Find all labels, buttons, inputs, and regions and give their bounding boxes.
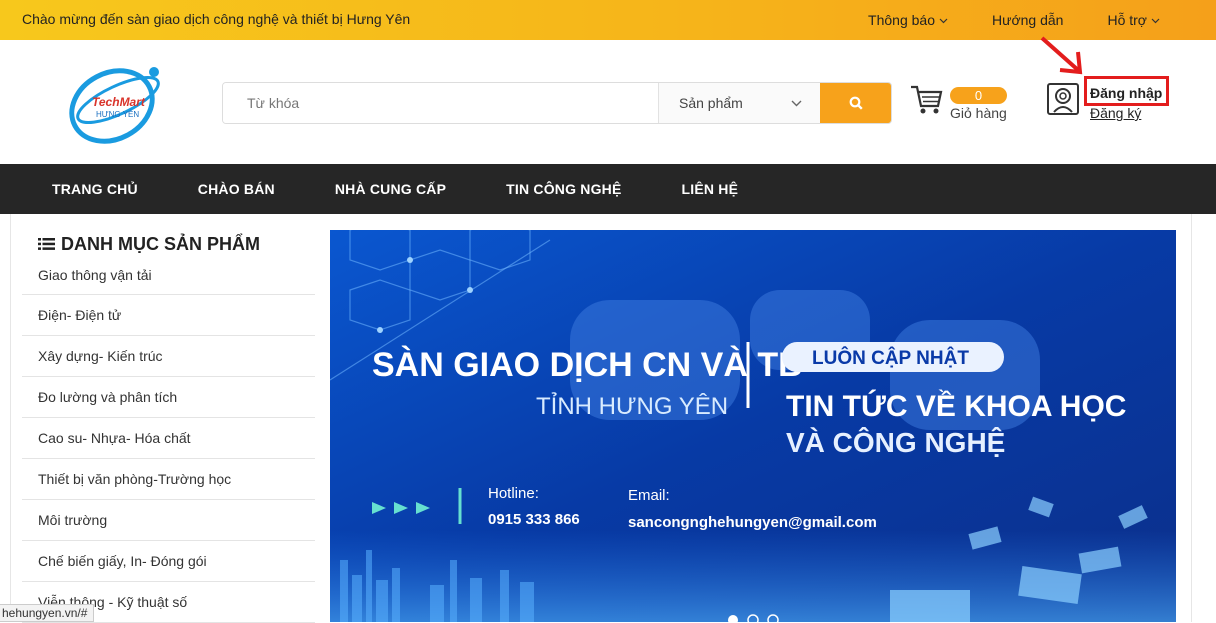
chevron-down-icon	[791, 100, 802, 106]
sidebar-title-text: DANH MỤC SẢN PHẨM	[61, 233, 260, 254]
category-item[interactable]: Đo lường và phân tích	[22, 377, 315, 418]
top-link-label: Hỗ trợ	[1107, 12, 1147, 28]
chevron-down-icon	[1151, 18, 1160, 24]
email-address: sancongnghehungyen@gmail.com	[628, 514, 877, 531]
banner-title: SÀN GIAO DỊCH CN VÀ TB	[372, 346, 803, 384]
category-select-value: Sản phẩm	[679, 95, 743, 111]
category-item[interactable]: Thiết bị văn phòng-Trường học	[22, 459, 315, 500]
search-input[interactable]	[223, 83, 658, 123]
top-link-label: Hướng dẫn	[991, 12, 1064, 28]
login-link[interactable]: Đăng nhập	[1090, 85, 1162, 101]
banner-headline2: VÀ CÔNG NGHỆ	[786, 426, 1005, 458]
logo-line2: HƯNG YÊN	[96, 110, 139, 119]
cart-count-badge: 0	[950, 87, 1007, 104]
search-bar: Sản phẩm	[222, 82, 892, 124]
list-icon	[38, 238, 55, 250]
category-item[interactable]: Xây dựng- Kiến trúc	[22, 336, 315, 377]
sidebar-title: DANH MỤC SẢN PHẨM	[22, 222, 315, 260]
red-arrow-annotation	[1040, 36, 1083, 75]
hero-banner[interactable]: SÀN GIAO DỊCH CN VÀ TB TỈNH HƯNG YÊN LUÔ…	[330, 230, 1176, 622]
top-bar: Chào mừng đến sàn giao dịch công nghệ và…	[0, 0, 1216, 40]
banner-subtitle: TỈNH HƯNG YÊN	[536, 391, 728, 420]
category-select[interactable]: Sản phẩm	[658, 83, 820, 123]
category-item[interactable]: Chế biến giấy, In- Đóng gói	[22, 541, 315, 582]
category-item[interactable]: Điện- Điện tử	[22, 295, 315, 336]
user-account-icon	[1047, 83, 1079, 115]
hotline-number: 0915 333 866	[488, 511, 580, 528]
cart-label: Giỏ hàng	[950, 105, 1007, 121]
top-link-support[interactable]: Hỗ trợ	[1085, 12, 1216, 28]
account-area: Đăng nhập Đăng ký	[1046, 76, 1176, 122]
logo-line1: TechMart	[92, 95, 146, 109]
top-link-notifications[interactable]: Thông báo	[846, 12, 970, 28]
category-item[interactable]: Môi trường	[22, 500, 315, 541]
hotline-label: Hotline:	[488, 485, 539, 502]
nav-item-contact[interactable]: LIÊN HỆ	[652, 181, 769, 197]
nav-item-offers[interactable]: CHÀO BÁN	[168, 181, 305, 197]
category-item[interactable]: Giao thông vận tải	[22, 260, 315, 295]
category-item[interactable]: Cao su- Nhựa- Hóa chất	[22, 418, 315, 459]
shopping-cart-icon	[911, 85, 943, 114]
status-bar-url: hehungyen.vn/#	[0, 604, 95, 622]
top-link-guide[interactable]: Hướng dẫn	[970, 12, 1085, 28]
nav-item-home[interactable]: TRANG CHỦ	[0, 181, 168, 197]
cart[interactable]: 0 Giỏ hàng	[910, 82, 1020, 124]
top-link-label: Thông báo	[868, 12, 935, 28]
category-list: Giao thông vận tải Điện- Điện tử Xây dựn…	[22, 260, 315, 623]
chevron-down-icon	[939, 18, 948, 24]
techmart-logo[interactable]: TechMart HƯNG YÊN	[64, 62, 168, 144]
main-nav: TRANG CHỦ CHÀO BÁN NHÀ CUNG CẤP TIN CÔNG…	[0, 164, 1216, 214]
banner-headline1: TIN TỨC VỀ KHOA HỌC	[786, 389, 1126, 423]
welcome-text: Chào mừng đến sàn giao dịch công nghệ và…	[22, 11, 411, 27]
nav-item-suppliers[interactable]: NHÀ CUNG CẤP	[305, 181, 476, 197]
search-icon	[849, 96, 863, 110]
email-label: Email:	[628, 487, 670, 504]
register-link[interactable]: Đăng ký	[1090, 105, 1141, 121]
nav-item-tech-news[interactable]: TIN CÔNG NGHỆ	[476, 181, 651, 197]
search-button[interactable]	[820, 83, 891, 123]
top-nav: Thông báo Hướng dẫn Hỗ trợ	[846, 0, 1216, 40]
banner-pill: LUÔN CẬP NHẬT	[812, 347, 969, 369]
category-sidebar: DANH MỤC SẢN PHẨM Giao thông vận tải Điệ…	[22, 222, 315, 623]
